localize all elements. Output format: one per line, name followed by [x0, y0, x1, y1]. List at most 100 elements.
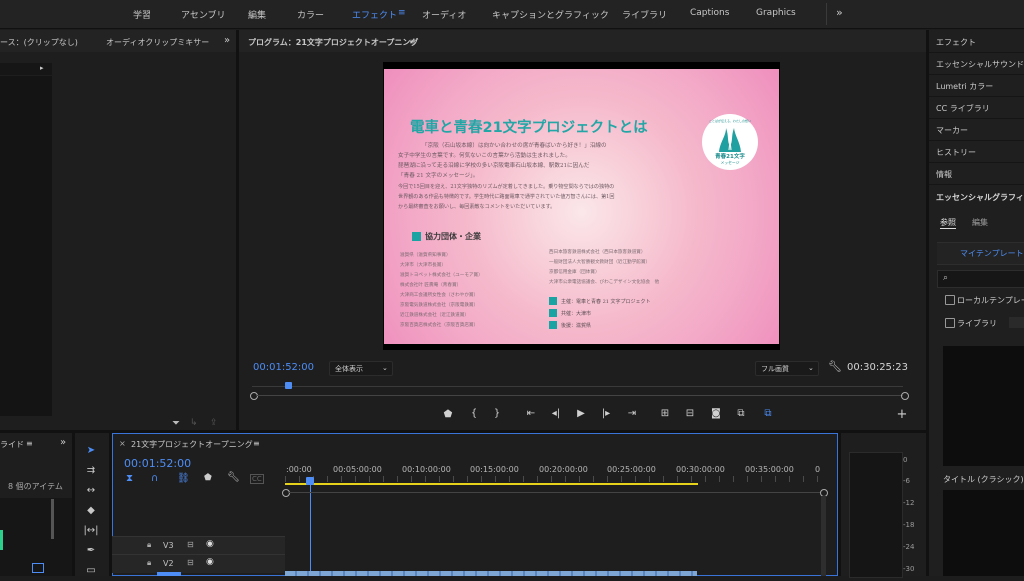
work-area-bar[interactable] [285, 483, 698, 485]
program-menu-icon[interactable]: ≡ [409, 37, 416, 46]
panel-overflow-icon[interactable]: » [224, 35, 230, 46]
template-thumbnail[interactable] [943, 490, 1024, 576]
timeline-timecode[interactable]: 00:01:52:00 [124, 457, 191, 470]
wrench-icon[interactable]: 🔧︎ [828, 360, 842, 373]
timeline-title[interactable]: 21文字プロジェクトオープニング [131, 439, 253, 450]
lift-icon[interactable]: ⊞ [657, 408, 673, 419]
workspace-tab-assembly[interactable]: アセンブリ [181, 8, 226, 21]
library-checkbox[interactable] [945, 318, 955, 328]
markers-item[interactable]: マーカー [936, 125, 968, 136]
logo-caption: 青春21文字 [715, 154, 745, 160]
effects-panel-item[interactable]: エフェクト [936, 37, 976, 48]
audio-clip-mixer-tab[interactable]: オーディオクリップミキサー [106, 37, 209, 48]
panel-overflow-icon[interactable]: » [60, 437, 66, 448]
lock-icon[interactable]: 🔒︎ [147, 558, 151, 568]
insert-icon[interactable]: ↳ [190, 418, 198, 428]
workspace-overflow-icon[interactable]: » [836, 6, 843, 19]
play-icon[interactable]: ▶ [573, 408, 589, 419]
mark-out-icon[interactable]: } [489, 408, 505, 419]
lumetri-color-item[interactable]: Lumetri カラー [936, 81, 993, 92]
rectangle-tool-icon[interactable]: ▭ [82, 565, 100, 581]
workspace-tab-color[interactable]: カラー [297, 8, 324, 21]
timeline-playhead[interactable] [306, 477, 314, 485]
camera-icon[interactable]: ◙ [708, 408, 724, 419]
selection-tool-icon[interactable]: ➤ [82, 445, 100, 461]
wrench-icon[interactable]: 🔧︎ [227, 472, 240, 483]
program-time-ruler[interactable] [252, 381, 903, 389]
step-back-icon[interactable]: ◂| [548, 408, 564, 419]
scroll-start-handle[interactable] [250, 392, 258, 400]
eye-icon[interactable]: ◉ [206, 539, 214, 549]
add-marker-icon[interactable]: ⬟ [204, 473, 212, 483]
new-item-icon[interactable] [32, 563, 44, 573]
go-to-in-icon[interactable]: ⇤ [523, 408, 539, 419]
razor-tool-icon[interactable]: ◆ [82, 505, 100, 521]
go-to-out-icon[interactable]: ⇥ [624, 408, 640, 419]
timeline-menu-icon[interactable]: ≡ [253, 439, 260, 448]
quality-dropdown[interactable]: フル画質 ⌄ [755, 361, 819, 376]
lock-icon[interactable]: 🔒︎ [147, 540, 151, 550]
workspace-tab-library[interactable]: ライブラリ [622, 8, 667, 21]
workspace-tab-graphics[interactable]: Graphics [756, 8, 796, 18]
essential-sound-item[interactable]: エッセンシャルサウンド [936, 59, 1024, 70]
template-search-input[interactable]: ⌕ [937, 270, 1024, 288]
ripple-edit-tool-icon[interactable]: ↔ [82, 485, 100, 501]
track-target-v1[interactable] [157, 572, 181, 576]
program-title[interactable]: プログラム：21文字プロジェクトオープニング [248, 37, 418, 48]
comparison-view-icon[interactable]: ⧉ [733, 408, 749, 419]
essential-graphics-title[interactable]: エッセンシャルグラフィックス [936, 192, 1024, 203]
workspace-tab-captions-graphics[interactable]: キャプションとグラフィック [492, 8, 609, 21]
close-icon[interactable]: × [119, 439, 126, 448]
fit-dropdown[interactable]: 全体表示 ⌄ [329, 361, 393, 376]
track-select-tool-icon[interactable]: ⇉ [82, 465, 100, 481]
workspace-tab-captions[interactable]: Captions [690, 8, 729, 18]
timeline-scrollbar[interactable] [821, 496, 826, 576]
timeline-zoom-bar[interactable] [288, 492, 820, 493]
step-forward-icon[interactable]: |▸ [598, 408, 614, 419]
expand-arrow-icon[interactable]: ▸ [40, 64, 44, 72]
project-tab[interactable]: ライド [0, 439, 24, 450]
workspace-tab-edit[interactable]: 編集 [248, 8, 266, 21]
add-button-icon[interactable]: + [894, 407, 910, 422]
source-panel-title[interactable]: ース：(クリップなし) [0, 37, 78, 48]
add-marker-icon[interactable]: ⬟ [440, 409, 456, 420]
tab-browse[interactable]: 参照 [940, 217, 956, 228]
program-video-frame[interactable]: 電車と青春21文字プロジェクトとは 青春21文字 メッセージ ことばが伝える、わ… [383, 62, 780, 350]
partner-item: 大津市公衆電話協議会、びわこデザイン文化協会 他 [549, 280, 660, 285]
tab-edit[interactable]: 編集 [972, 217, 988, 228]
program-zoom-bar[interactable] [256, 395, 903, 396]
program-current-timecode[interactable]: 00:01:52:00 [253, 362, 314, 373]
project-menu-icon[interactable]: ≡ [26, 439, 33, 448]
sync-lock-icon[interactable]: ⊟ [187, 558, 194, 567]
workspace-menu-icon[interactable]: ≡ [398, 8, 406, 18]
project-scrollbar[interactable] [51, 499, 54, 539]
time-ruler[interactable] [285, 476, 825, 482]
multicam-icon[interactable]: ⧉ [760, 408, 776, 419]
local-templates-checkbox[interactable] [945, 295, 955, 305]
timeline-zoom-start-handle[interactable] [282, 489, 290, 497]
workspace-tab-audio[interactable]: オーディオ [422, 8, 466, 21]
slip-tool-icon[interactable]: |↔| [82, 525, 100, 541]
workspace-tab-effects[interactable]: エフェクト [352, 8, 397, 21]
extract-icon[interactable]: ⊟ [682, 408, 698, 419]
video-clip[interactable] [285, 571, 697, 576]
workspace-tab-learn[interactable]: 学習 [133, 8, 151, 21]
info-item[interactable]: 情報 [936, 169, 952, 180]
library-dropdown[interactable] [1009, 317, 1024, 328]
export-icon[interactable]: ⇪ [210, 418, 218, 428]
nest-toggle-icon[interactable]: ⧗ [126, 473, 133, 484]
mark-in-icon[interactable]: { [466, 408, 482, 419]
history-item[interactable]: ヒストリー [936, 147, 976, 158]
filter-icon[interactable]: ⏷ [172, 418, 180, 429]
scroll-end-handle[interactable] [901, 392, 909, 400]
cc-libraries-item[interactable]: CC ライブラリ [936, 103, 990, 114]
sync-lock-icon[interactable]: ⊟ [187, 540, 194, 549]
linked-selection-icon[interactable]: ⛓ [177, 473, 190, 484]
snap-icon[interactable]: ∩ [151, 473, 158, 484]
eye-icon[interactable]: ◉ [206, 557, 214, 567]
pen-tool-icon[interactable]: ✒ [82, 545, 100, 561]
template-thumbnail[interactable] [943, 346, 1024, 466]
my-templates-button[interactable]: マイテンプレート [937, 242, 1024, 265]
captions-icon[interactable]: CC [250, 474, 264, 484]
program-playhead[interactable] [285, 382, 292, 389]
